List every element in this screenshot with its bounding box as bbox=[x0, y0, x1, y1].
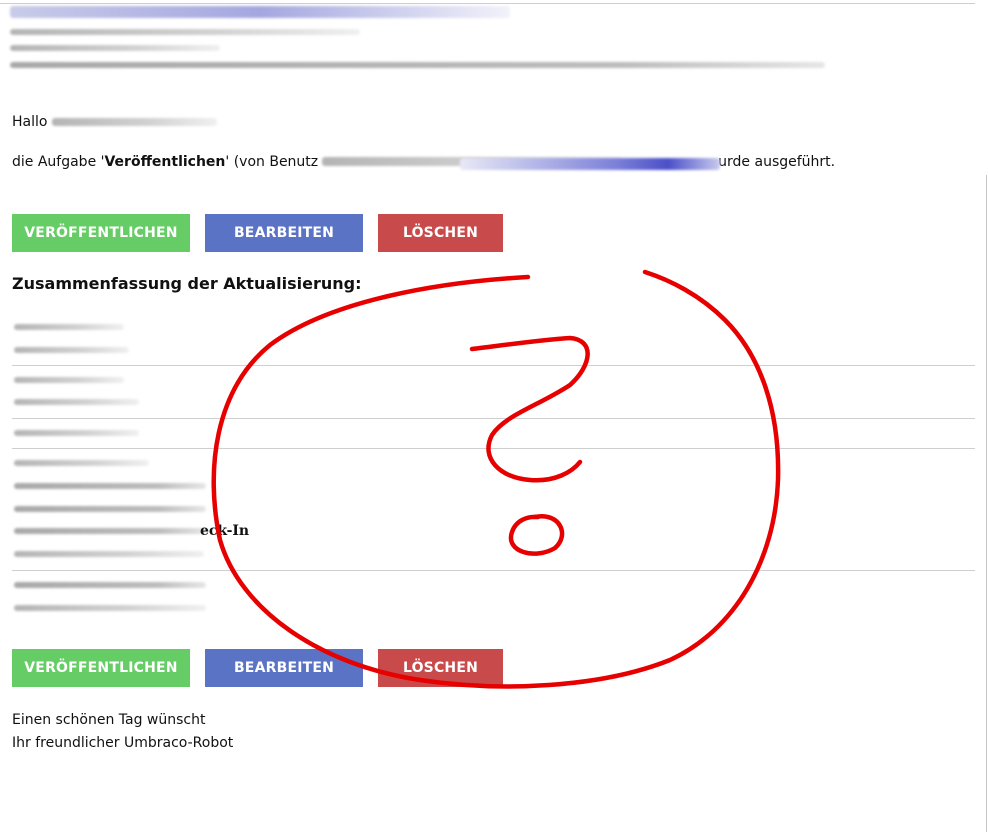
redacted-summary-field bbox=[14, 528, 206, 534]
closing-line-1: Einen schönen Tag wünscht bbox=[12, 712, 206, 728]
scrollbar-edge bbox=[986, 175, 987, 832]
closing-line-2: Ihr freundlicher Umbraco-Robot bbox=[12, 735, 234, 751]
redacted-header-line bbox=[10, 45, 220, 51]
delete-button-bottom[interactable]: LÖSCHEN bbox=[378, 649, 503, 687]
redacted-summary-field bbox=[14, 377, 124, 383]
closing-text: Einen schönen Tag wünscht Ihr freundlich… bbox=[12, 709, 233, 755]
redacted-summary-field bbox=[14, 324, 124, 330]
redacted-summary-field bbox=[14, 605, 206, 611]
edit-button-bottom[interactable]: BEARBEITEN bbox=[205, 649, 363, 687]
summary-divider bbox=[12, 570, 975, 571]
annotation-question-dot bbox=[508, 514, 565, 556]
redacted-document-link[interactable] bbox=[460, 158, 720, 170]
greeting-text: Hallo bbox=[12, 114, 48, 130]
summary-divider bbox=[12, 365, 975, 366]
redacted-summary-field bbox=[14, 551, 204, 557]
annotation-question-hook bbox=[469, 335, 590, 483]
redacted-summary-field bbox=[14, 582, 206, 588]
redacted-header-line bbox=[10, 29, 360, 35]
redacted-summary-field bbox=[14, 347, 129, 353]
annotation-circle bbox=[211, 269, 781, 689]
redacted-summary-field bbox=[14, 399, 139, 405]
edit-button[interactable]: BEARBEITEN bbox=[205, 214, 363, 252]
summary-partial-text: eck-In bbox=[200, 523, 250, 539]
summary-divider bbox=[12, 448, 975, 449]
redacted-summary-field bbox=[14, 430, 139, 436]
task-name: Veröffentlichen bbox=[104, 154, 226, 170]
redacted-summary-field bbox=[14, 506, 206, 512]
greeting-line: Hallo bbox=[12, 114, 47, 130]
summary-title: Zusammenfassung der Aktualisierung: bbox=[12, 274, 362, 293]
redacted-header-line bbox=[10, 62, 825, 68]
delete-button[interactable]: LÖSCHEN bbox=[378, 214, 503, 252]
summary-divider bbox=[12, 418, 975, 419]
publish-button-bottom[interactable]: VERÖFFENTLICHEN bbox=[12, 649, 190, 687]
redacted-summary-field bbox=[14, 460, 149, 466]
redacted-recipient-name bbox=[52, 118, 217, 126]
publish-button[interactable]: VERÖFFENTLICHEN bbox=[12, 214, 190, 252]
top-border-line bbox=[0, 3, 975, 4]
redacted-summary-field bbox=[14, 483, 206, 489]
redacted-header-link[interactable] bbox=[10, 6, 510, 18]
